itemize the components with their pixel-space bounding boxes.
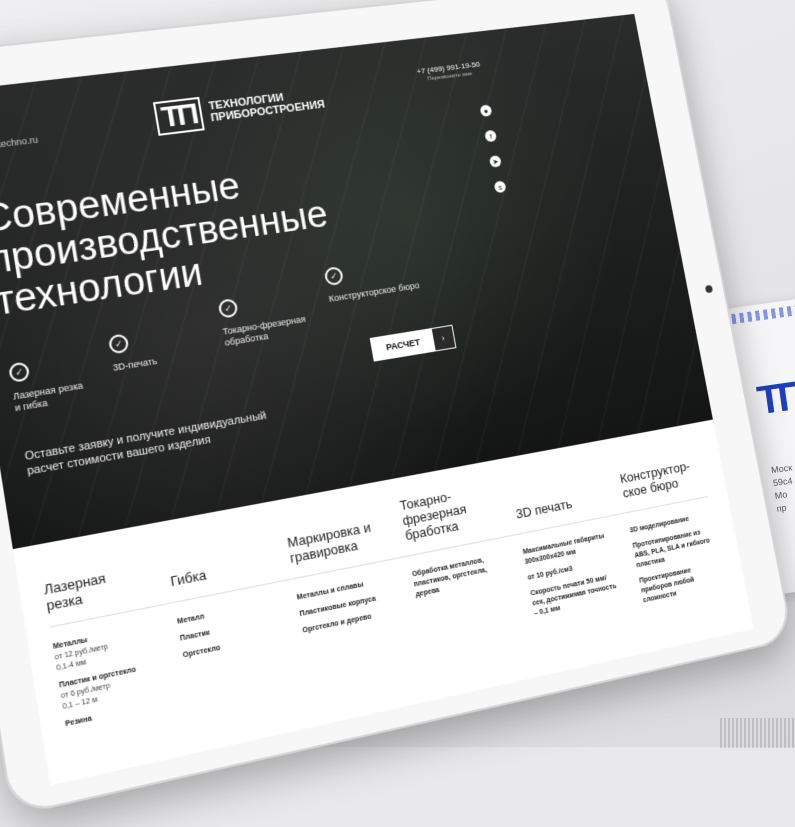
details-laser: Металлы от 12 руб./метр 0,1-4 мм Пластик и… — [52, 623, 166, 737]
tab-milling[interactable]: Токарно-фрезерная бработка — [399, 482, 495, 544]
service-milling[interactable]: ✓ Токарно-фрезерная обработка — [217, 287, 316, 349]
detail-item: Металл — [176, 613, 205, 626]
cta-text: Оставьте заявку и получите индивидуальны… — [23, 409, 268, 478]
logo-line2: ПРИБОРОСТРОЕНИЯ — [209, 98, 326, 125]
email-link[interactable]: info@tptechno.ru — [0, 134, 39, 153]
service-laser[interactable]: ✓ Лазерная резка и гибка — [8, 353, 91, 415]
hero-title: Современные производственные технологии — [0, 165, 331, 325]
callback-link[interactable]: Перезвоните мне — [418, 70, 482, 83]
website-screen: info@tptechno.ru ТП ТЕХНОЛОГИИ ПРИБОРОСТ… — [0, 13, 754, 786]
arrow-right-icon: › — [431, 325, 456, 351]
phone-block: +7 (499) 991-19-50 Перезвоните мне — [416, 60, 482, 83]
details-3d-print: Максимальные габариты 300x300x420 мм от … — [522, 531, 623, 635]
whatsapp-icon[interactable]: ● — [479, 104, 493, 118]
calculate-label: РАСЧЕТ — [370, 329, 436, 361]
check-icon: ✓ — [323, 265, 345, 287]
service-3d[interactable]: ✓ 3D-печать — [107, 327, 176, 374]
tab-laser[interactable]: Лазерная резка — [43, 563, 146, 614]
social-icons: ● f ➤ s — [479, 104, 507, 194]
service-label: 3D-печать — [112, 355, 158, 373]
tab-marking[interactable]: Маркировка и гравировка — [286, 518, 382, 565]
service-label: Токарно-фрезерная обработка — [221, 313, 307, 348]
card-bottom-edge — [720, 718, 795, 748]
detail-item: Резина — [64, 715, 93, 729]
phone-number[interactable]: +7 (499) 991-19-50 — [416, 60, 481, 76]
logo-mark: ТП — [152, 96, 205, 136]
telegram-icon[interactable]: ➤ — [488, 155, 502, 168]
calculate-button[interactable]: РАСЧЕТ › — [369, 324, 457, 362]
detail-item: от 10 руб./см3 — [527, 565, 574, 582]
detail-item: Оргстекло — [182, 644, 221, 660]
check-icon: ✓ — [107, 333, 130, 355]
detail-item: 0,1-4 мм — [55, 658, 87, 673]
detail-item: Скорость печати 50 мм/сек, достижимая то… — [529, 574, 617, 618]
check-icon: ✓ — [217, 297, 239, 319]
detail-item: Проектирование приборов любой сложности — [638, 567, 695, 605]
service-label: Лазерная резка и гибка — [12, 380, 84, 414]
site-logo[interactable]: ТП ТЕХНОЛОГИИ ПРИБОРОСТРОЕНИЯ — [152, 82, 327, 136]
facebook-icon[interactable]: f — [484, 129, 498, 143]
tab-bending[interactable]: Гибка — [169, 555, 266, 590]
tab-design-bureau[interactable]: Конструктор-ское бюро — [619, 456, 706, 500]
details-milling: Обработка металлов, пластиков, оргстекла… — [411, 553, 515, 659]
skype-icon[interactable]: s — [493, 180, 507, 194]
details-bending: Металл Пластик Оргстекло — [177, 599, 287, 710]
service-label: Конструкторское бюро — [328, 280, 421, 304]
tab-3d-print[interactable]: 3D печать — [515, 491, 602, 522]
camera-icon — [704, 284, 714, 294]
service-design[interactable]: ✓ Конструкторское бюро — [323, 253, 436, 305]
detail-item: Пластик — [179, 629, 211, 643]
details-design-bureau: 3D моделирование Прототипирование из ABS… — [629, 510, 727, 612]
logo-text: ТЕХНОЛОГИИ ПРИБОРОСТРОЕНИЯ — [208, 87, 326, 124]
check-icon: ✓ — [8, 361, 31, 384]
details-marking: Металлы и сплавы Пластиковые корпуса Орг… — [296, 575, 403, 684]
logo-line1: ТЕХНОЛОГИИ — [207, 91, 285, 113]
detail-item: Обработка металлов, пластиков, оргстекла… — [411, 557, 488, 599]
